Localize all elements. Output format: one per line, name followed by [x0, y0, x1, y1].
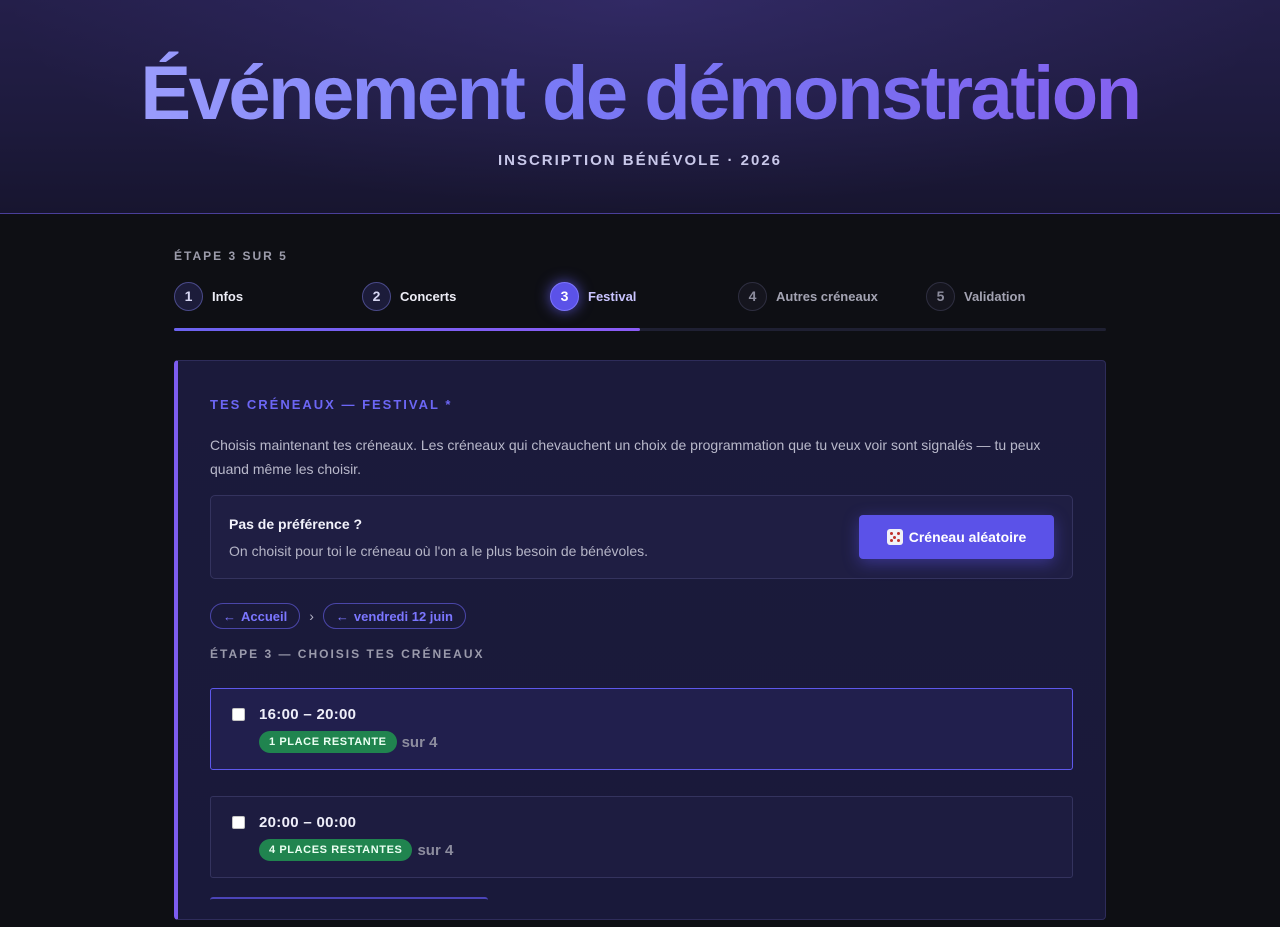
breadcrumb-home-label: Accueil	[241, 608, 288, 624]
breadcrumb: ← Accueil › ← vendredi 12 juin	[210, 603, 466, 629]
stepper: 1 Infos 2 Concerts 3 Festival 4 Autres c…	[174, 281, 1106, 311]
step-counter: ÉTAPE 3 SUR 5	[174, 249, 288, 263]
progress-bar	[174, 328, 1106, 331]
step-label: Autres créneaux	[776, 288, 878, 304]
step-label: Festival	[588, 288, 637, 304]
random-slot-label: Créneau aléatoire	[908, 529, 1027, 545]
arrow-left-icon: ←	[223, 608, 236, 624]
step-label: Concerts	[400, 288, 457, 304]
step-validation[interactable]: 5 Validation	[926, 281, 1025, 311]
chevron-right-icon: ›	[309, 608, 314, 624]
slot-time: 20:00 – 00:00	[259, 814, 357, 831]
event-title: Événement de démonstration	[0, 50, 1280, 138]
step-infos[interactable]: 1 Infos	[174, 281, 243, 311]
no-preference-box: Pas de préférence ? On choisit pour toi …	[210, 495, 1073, 579]
availability-badge: 4 PLACES RESTANTES	[259, 839, 413, 861]
random-slot-button[interactable]: Créneau aléatoire	[859, 515, 1054, 559]
section-heading: ÉTAPE 3 — CHOISIS TES CRÉNEAUX	[210, 647, 485, 661]
slot-option-partial[interactable]	[210, 897, 488, 927]
slot-time: 16:00 – 20:00	[259, 706, 357, 723]
slot-capacity: sur 4	[401, 733, 438, 751]
step-festival[interactable]: 3 Festival	[550, 281, 636, 311]
slot-option[interactable]: 20:00 – 00:00 4 PLACES RESTANTES sur 4	[210, 796, 1073, 878]
step-autres-creneaux[interactable]: 4 Autres créneaux	[738, 281, 878, 311]
card-description: Choisis maintenant tes créneaux. Les cré…	[210, 437, 1041, 477]
back-to-day-button[interactable]: ← vendredi 12 juin	[322, 603, 466, 629]
slot-checkbox[interactable]	[232, 708, 245, 721]
step-number: 4	[738, 281, 767, 311]
slot-availability: 4 PLACES RESTANTES sur 4	[259, 839, 453, 861]
festival-slots-card: TES CRÉNEAUX — FESTIVAL * Choisis mainte…	[174, 360, 1106, 920]
page-header: Événement de démonstration INSCRIPTION B…	[0, 0, 1280, 214]
step-number: 5	[926, 281, 955, 311]
back-to-home-button[interactable]: ← Accueil	[210, 603, 301, 629]
slot-capacity: sur 4	[417, 841, 454, 859]
slot-checkbox[interactable]	[232, 816, 245, 829]
arrow-left-icon: ←	[335, 608, 349, 624]
dice-icon	[886, 529, 903, 545]
step-label: Infos	[212, 288, 244, 304]
no-preference-title: Pas de préférence ?	[229, 516, 363, 532]
step-label: Validation	[964, 288, 1026, 304]
step-number: 1	[174, 281, 203, 311]
card-title: TES CRÉNEAUX — FESTIVAL *	[210, 397, 453, 412]
availability-badge: 1 PLACE RESTANTE	[259, 731, 397, 753]
step-number: 2	[362, 281, 391, 311]
slot-availability: 1 PLACE RESTANTE sur 4	[259, 731, 437, 753]
breadcrumb-day-label: vendredi 12 juin	[353, 608, 453, 624]
progress-fill	[174, 328, 640, 331]
step-concerts[interactable]: 2 Concerts	[362, 281, 456, 311]
step-number: 3	[550, 281, 579, 311]
event-subtitle: INSCRIPTION BÉNÉVOLE · 2026	[497, 152, 783, 169]
slot-option[interactable]: 16:00 – 20:00 1 PLACE RESTANTE sur 4	[210, 688, 1073, 770]
no-preference-text: On choisit pour toi le créneau où l'on a…	[229, 543, 649, 559]
